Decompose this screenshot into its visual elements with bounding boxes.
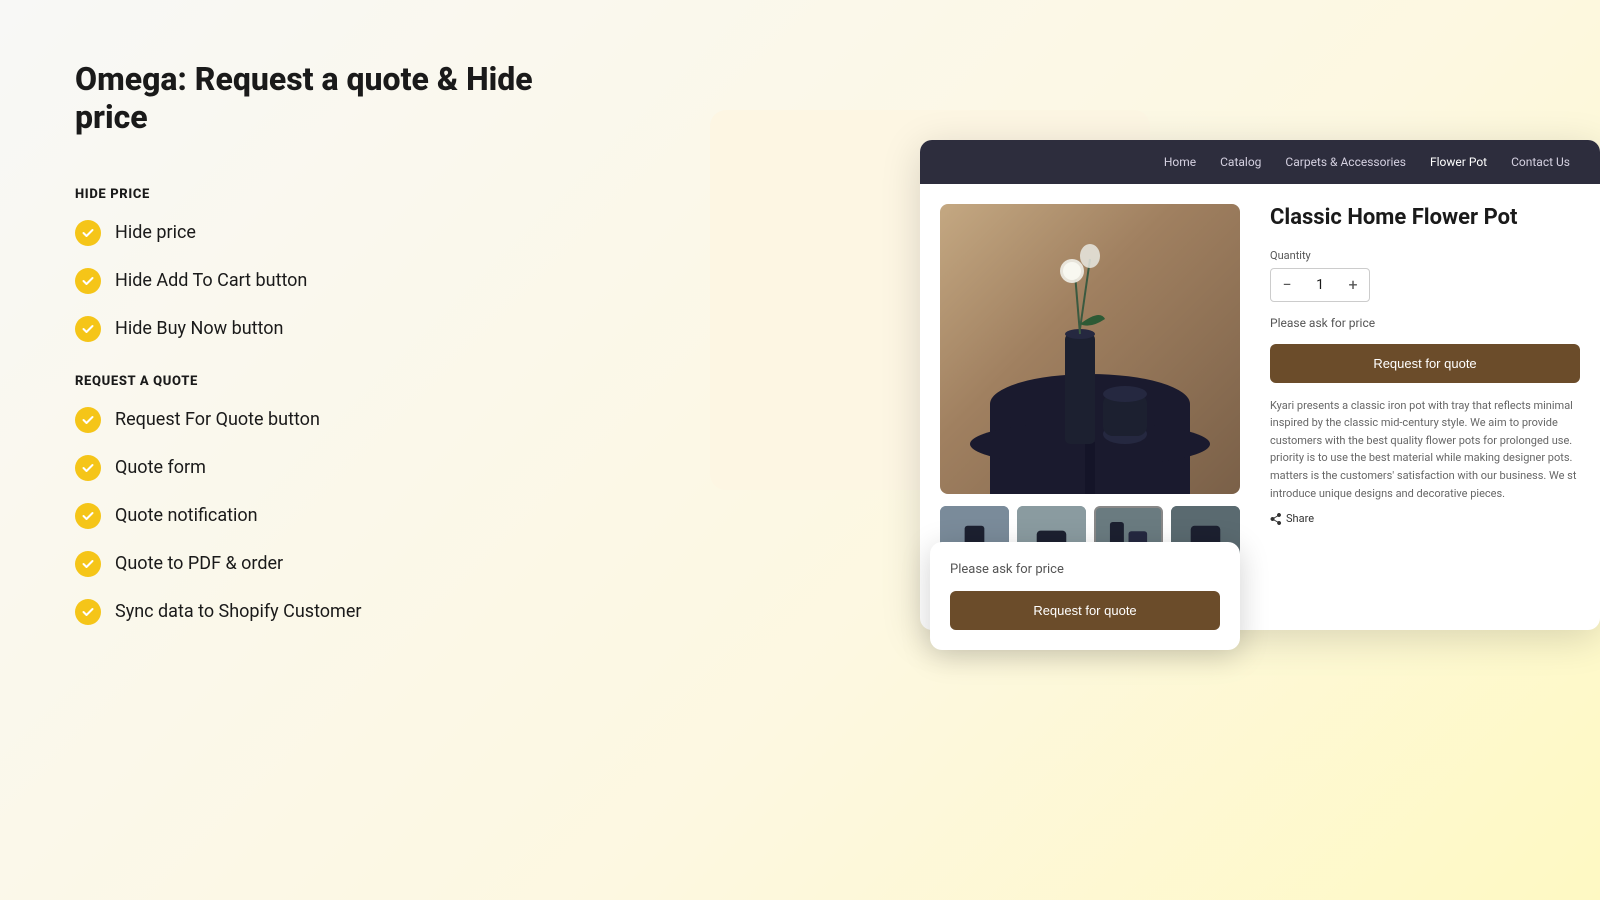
hide-price-heading: HIDE PRICE [75, 187, 575, 202]
list-item: Hide Add To Cart button [75, 268, 575, 294]
feature-label: Hide price [115, 222, 196, 243]
page-title: Omega: Request a quote & Hide price [75, 60, 575, 137]
feature-label: Sync data to Shopify Customer [115, 601, 362, 622]
nav-item-home[interactable]: Home [1164, 155, 1196, 169]
share-label[interactable]: Share [1286, 512, 1314, 525]
list-item: Quote notification [75, 503, 575, 529]
quantity-value: 1 [1303, 277, 1337, 293]
check-icon [75, 455, 101, 481]
feature-label: Hide Add To Cart button [115, 270, 307, 291]
ask-price-text: Please ask for price [1270, 316, 1580, 330]
check-icon [75, 551, 101, 577]
check-icon [75, 220, 101, 246]
feature-label: Hide Buy Now button [115, 318, 283, 339]
list-item: Request For Quote button [75, 407, 575, 433]
request-quote-heading: REQUEST A QUOTE [75, 374, 575, 389]
popup-rfq-button[interactable]: Request for quote [950, 591, 1220, 630]
check-icon [75, 407, 101, 433]
request-quote-section: REQUEST A QUOTE Request For Quote button… [75, 374, 575, 625]
quantity-label: Quantity [1270, 249, 1580, 262]
quote-popup: Please ask for price Request for quote [930, 542, 1240, 650]
rfq-button[interactable]: Request for quote [1270, 344, 1580, 383]
request-quote-list: Request For Quote button Quote form Quot… [75, 407, 575, 625]
feature-label: Quote to PDF & order [115, 553, 283, 574]
share-link[interactable]: Share [1270, 512, 1580, 525]
nav-item-catalog[interactable]: Catalog [1220, 155, 1261, 169]
feature-label: Quote form [115, 457, 206, 478]
hide-price-section: HIDE PRICE Hide price Hide Add To Cart b… [75, 187, 575, 342]
product-description: Kyari presents a classic iron pot with t… [1270, 397, 1580, 503]
list-item: Hide price [75, 220, 575, 246]
check-icon [75, 599, 101, 625]
list-item: Sync data to Shopify Customer [75, 599, 575, 625]
quantity-increase-button[interactable]: + [1337, 269, 1369, 301]
quantity-control: − 1 + [1270, 268, 1370, 302]
list-item: Quote to PDF & order [75, 551, 575, 577]
product-info: Classic Home Flower Pot Quantity − 1 + P… [1260, 184, 1600, 630]
check-icon [75, 503, 101, 529]
product-title: Classic Home Flower Pot [1270, 204, 1580, 233]
nav-item-flower-pot[interactable]: Flower Pot [1430, 155, 1487, 169]
list-item: Hide Buy Now button [75, 316, 575, 342]
left-panel: Omega: Request a quote & Hide price HIDE… [75, 60, 575, 647]
store-nav: Home Catalog Carpets & Accessories Flowe… [920, 140, 1600, 184]
check-icon [75, 268, 101, 294]
feature-label: Request For Quote button [115, 409, 320, 430]
list-item: Quote form [75, 455, 575, 481]
nav-item-carpets[interactable]: Carpets & Accessories [1285, 155, 1406, 169]
product-main-image [940, 204, 1240, 494]
popup-ask-price-text: Please ask for price [950, 562, 1220, 577]
nav-item-contact[interactable]: Contact Us [1511, 155, 1570, 169]
hide-price-list: Hide price Hide Add To Cart button Hide … [75, 220, 575, 342]
quantity-decrease-button[interactable]: − [1271, 269, 1303, 301]
feature-label: Quote notification [115, 505, 258, 526]
right-panel: Home Catalog Carpets & Accessories Flowe… [870, 140, 1600, 660]
check-icon [75, 316, 101, 342]
